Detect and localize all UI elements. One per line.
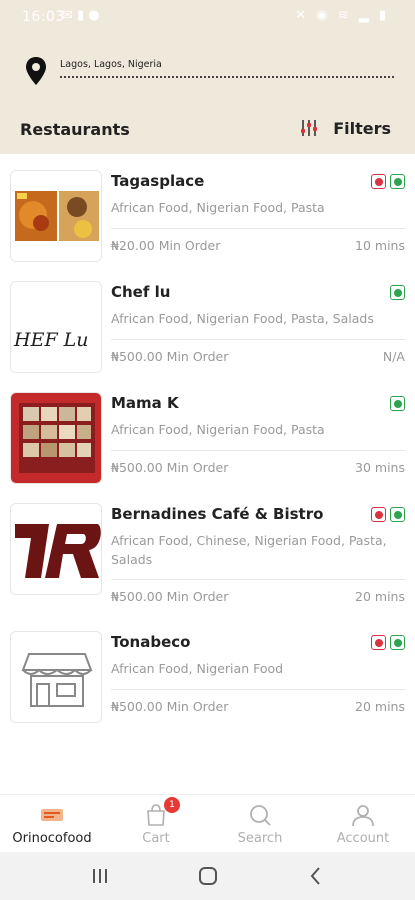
filters-button[interactable]: Filters bbox=[299, 118, 391, 138]
diet-badges bbox=[386, 396, 405, 411]
restaurant-card[interactable]: Mama K African Food, Nigerian Food, Past… bbox=[0, 390, 415, 490]
restaurant-cuisine: African Food, Nigerian Food bbox=[111, 661, 284, 676]
restaurant-placeholder-image bbox=[10, 631, 102, 723]
restaurant-cuisine: African Food, Nigerian Food, Pasta, Sala… bbox=[111, 311, 374, 326]
status-bar: 16:03 ✉ ▮ ● ✕ ◉ ≋ ▂ ▮ bbox=[0, 0, 415, 34]
veg-icon bbox=[390, 507, 405, 522]
filters-label: Filters bbox=[333, 118, 391, 138]
tab-label: Orinocofood bbox=[12, 831, 92, 846]
tab-label: Cart bbox=[142, 831, 170, 846]
tab-search[interactable]: Search bbox=[208, 795, 312, 853]
page-title: Restaurants bbox=[20, 120, 130, 139]
status-notification-icons: ✉ ▮ ● bbox=[62, 8, 100, 23]
min-order: ₦500.00 Min Order bbox=[111, 589, 229, 604]
diet-badges bbox=[386, 285, 405, 300]
veg-icon bbox=[390, 174, 405, 189]
home-logo-icon bbox=[41, 809, 63, 821]
restaurant-logo: HEF Lu bbox=[10, 281, 102, 373]
storefront-icon bbox=[11, 632, 101, 722]
tab-label: Search bbox=[237, 831, 283, 846]
restaurant-name: Mama K bbox=[111, 394, 179, 412]
chef-lu-logo-text: HEF Lu bbox=[13, 329, 89, 351]
account-icon bbox=[352, 805, 374, 827]
divider bbox=[111, 339, 405, 340]
non-veg-icon bbox=[371, 507, 386, 522]
home-button-icon[interactable] bbox=[196, 864, 220, 888]
recent-apps-icon[interactable] bbox=[88, 864, 112, 888]
search-icon bbox=[250, 805, 271, 826]
restaurant-cuisine: African Food, Chinese, Nigerian Food, Pa… bbox=[111, 533, 387, 567]
non-veg-icon bbox=[371, 635, 386, 650]
filter-sliders-icon bbox=[301, 120, 318, 136]
delivery-time: 20 mins bbox=[355, 589, 405, 604]
restaurant-image bbox=[10, 170, 102, 262]
status-time: 16:03 bbox=[22, 9, 65, 25]
non-veg-icon bbox=[371, 174, 386, 189]
restaurant-image bbox=[10, 392, 102, 484]
divider bbox=[111, 689, 405, 690]
tab-cart[interactable]: 1 Cart bbox=[104, 795, 208, 853]
min-order: ₦500.00 Min Order bbox=[111, 349, 229, 364]
header: Lagos, Lagos, Nigeria Restaurants Filter… bbox=[0, 34, 415, 154]
restaurant-cuisine: African Food, Nigerian Food, Pasta bbox=[111, 200, 325, 215]
cart-count-badge: 1 bbox=[164, 797, 180, 813]
delivery-time: N/A bbox=[382, 349, 405, 364]
diet-badges bbox=[367, 635, 405, 650]
divider bbox=[111, 450, 405, 451]
restaurant-card[interactable]: HEF Lu Chef lu African Food, Nigerian Fo… bbox=[0, 279, 415, 379]
restaurant-cuisine: African Food, Nigerian Food, Pasta bbox=[111, 422, 325, 437]
delivery-time: 20 mins bbox=[355, 699, 405, 714]
back-icon[interactable] bbox=[304, 864, 328, 888]
diet-badges bbox=[367, 507, 405, 522]
restaurant-name: Tagasplace bbox=[111, 172, 205, 190]
restaurant-name: Tonabeco bbox=[111, 633, 191, 651]
bottom-tab-bar: Orinocofood 1 Cart Search Account bbox=[0, 794, 415, 852]
restaurant-name: Bernadines Café & Bistro bbox=[111, 505, 324, 523]
restaurant-logo bbox=[10, 503, 102, 595]
veg-icon bbox=[390, 635, 405, 650]
delivery-time: 30 mins bbox=[355, 460, 405, 475]
system-navigation-bar bbox=[0, 852, 415, 900]
min-order: ₦500.00 Min Order bbox=[111, 699, 229, 714]
restaurant-name: Chef lu bbox=[111, 283, 171, 301]
tab-account[interactable]: Account bbox=[311, 795, 415, 853]
status-system-icons: ✕ ◉ ≋ ▂ ▮ bbox=[295, 8, 389, 23]
min-order: ₦500.00 Min Order bbox=[111, 460, 229, 475]
restaurant-card[interactable]: Bernadines Café & Bistro African Food, C… bbox=[0, 501, 415, 621]
diet-badges bbox=[367, 174, 405, 189]
delivery-time: 10 mins bbox=[355, 238, 405, 253]
min-order: ₦20.00 Min Order bbox=[111, 238, 221, 253]
location-underline bbox=[60, 76, 394, 78]
tab-label: Account bbox=[336, 831, 390, 846]
location-pin-icon[interactable] bbox=[24, 56, 48, 86]
restaurant-card[interactable]: Tonabeco African Food, Nigerian Food ₦50… bbox=[0, 629, 415, 729]
location-text[interactable]: Lagos, Lagos, Nigeria bbox=[60, 59, 162, 70]
divider bbox=[111, 228, 405, 229]
divider bbox=[111, 579, 405, 580]
tab-home[interactable]: Orinocofood bbox=[0, 795, 104, 853]
restaurant-card[interactable]: Tagasplace African Food, Nigerian Food, … bbox=[0, 168, 415, 268]
veg-icon bbox=[390, 396, 405, 411]
veg-icon bbox=[390, 285, 405, 300]
